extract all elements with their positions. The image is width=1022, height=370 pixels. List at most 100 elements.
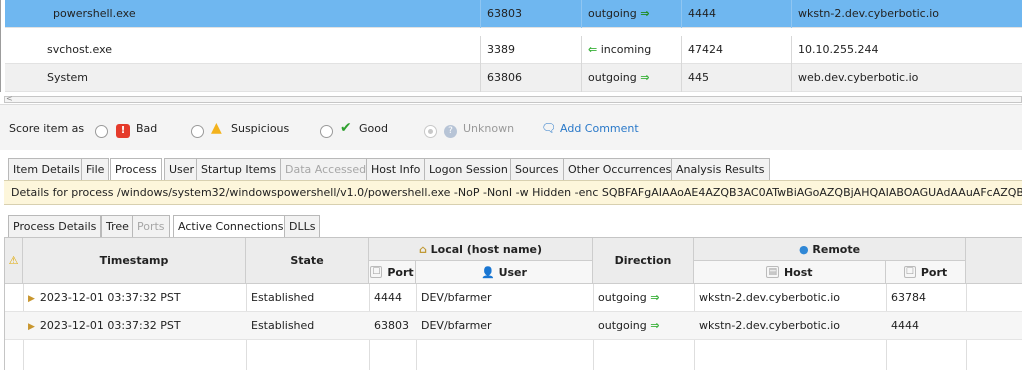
tab-startup-items[interactable]: Startup Items — [196, 158, 282, 180]
arrow-right-icon: ⇒ — [650, 291, 660, 304]
table-row[interactable]: System 63806 outgoing ⇒ 445 web.dev.cybe… — [5, 64, 1022, 92]
direction-cell: outgoing ⇒ — [593, 284, 659, 311]
process-name: svchost.exe — [5, 36, 481, 64]
table-row[interactable]: ▶ 2023-12-01 03:37:32 PST Established 638… — [5, 312, 1022, 340]
pid: 63803 — [481, 0, 582, 28]
remote-host-header[interactable]: ▤ Host — [694, 261, 886, 284]
user-header[interactable]: 👤 User — [416, 261, 593, 284]
tab-user[interactable]: User — [164, 158, 200, 180]
process-details-banner: Details for process /windows/system32/wi… — [4, 180, 1022, 205]
tab-ports[interactable]: Ports — [132, 215, 170, 237]
remote-host-label: Host — [783, 265, 813, 279]
warning-column-header[interactable]: ⚠ — [5, 238, 23, 284]
table-row[interactable]: svchost.exe 3389 ⇐ incoming 47424 10.10.… — [5, 36, 1022, 64]
tab-process[interactable]: Process — [110, 158, 162, 180]
direction: outgoing ⇒ — [582, 0, 682, 28]
process-name: powershell.exe — [5, 0, 481, 28]
user-icon: 👤 — [481, 265, 495, 279]
local-header[interactable]: ⌂ Local (host name) — [369, 238, 593, 261]
tab-sources[interactable]: Sources — [510, 158, 564, 180]
score-bar: Score item as ! Bad ▲ Suspicious ✔ Good … — [0, 104, 1022, 150]
remote-header-label: Remote — [812, 242, 861, 256]
state-header[interactable]: State — [246, 238, 369, 284]
bad-icon: ! — [116, 124, 130, 138]
remote-host-cell: wkstn-2.dev.cyberbotic.io — [699, 291, 840, 304]
active-connections-table: ⚠ Timestamp State ⌂ Local (host name) ☐ P… — [4, 237, 1022, 370]
direction-label: incoming — [600, 43, 652, 56]
comment-icon[interactable]: 🗨 — [541, 121, 556, 135]
table-row[interactable]: ▶ 2023-12-01 03:37:32 PST Established 444… — [5, 284, 1022, 312]
port-icon: ☐ — [903, 266, 916, 278]
good-radio[interactable] — [320, 125, 333, 138]
tab-data-accessed[interactable]: Data Accessed — [280, 158, 372, 180]
tab-logon-session[interactable]: Logon Session — [424, 158, 513, 180]
connection-icon: ▶ — [28, 294, 35, 304]
port-icon: ☐ — [370, 266, 383, 278]
arrow-left-icon: ⇐ — [588, 43, 598, 56]
tab-dlls[interactable]: DLLs — [284, 215, 321, 237]
globe-icon: ● — [798, 242, 809, 256]
filler-header — [966, 238, 1022, 284]
user-label: User — [498, 265, 527, 279]
suspicious-label[interactable]: Suspicious — [231, 122, 289, 135]
direction: outgoing ⇒ — [582, 64, 682, 92]
process-name: System — [5, 64, 481, 92]
timestamp-value: 2023-12-01 03:37:32 PST — [39, 319, 181, 332]
remote-header[interactable]: ● Remote — [694, 238, 966, 261]
state-cell: Established — [251, 319, 315, 332]
add-comment-link[interactable]: Add Comment — [560, 122, 639, 135]
direction-cell: outgoing ⇒ — [593, 312, 659, 339]
direction-header[interactable]: Direction — [593, 238, 694, 284]
unknown-label[interactable]: Unknown — [463, 122, 514, 135]
suspicious-radio[interactable] — [191, 125, 204, 138]
tab-host-info[interactable]: Host Info — [366, 158, 426, 180]
unknown-radio[interactable] — [424, 125, 437, 138]
host: web.dev.cyberbotic.io — [798, 71, 919, 84]
remote-port-label: Port — [920, 265, 948, 279]
remote-host-cell: wkstn-2.dev.cyberbotic.io — [699, 319, 840, 332]
tab-other-occurrences[interactable]: Other Occurrences — [563, 158, 677, 180]
bad-radio[interactable] — [95, 125, 108, 138]
score-label: Score item as — [9, 122, 85, 135]
item-tabs: Item Details File Process User Startup I… — [4, 158, 1022, 180]
check-icon: ✔ — [340, 120, 352, 136]
pid: 63806 — [481, 64, 582, 92]
connection-icon: ▶ — [28, 322, 35, 332]
user-cell: DEV/bfarmer — [421, 319, 492, 332]
direction: ⇐ incoming — [582, 36, 682, 64]
tab-analysis-results[interactable]: Analysis Results — [671, 158, 770, 180]
warning-icon: ⚠ — [8, 254, 19, 267]
tab-item-details[interactable]: Item Details — [8, 158, 85, 180]
remote-port-cell: 4444 — [891, 319, 919, 332]
home-icon: ⌂ — [418, 242, 427, 256]
tab-process-details[interactable]: Process Details — [8, 215, 102, 237]
local-port-cell: 4444 — [374, 291, 402, 304]
horizontal-scrollbar[interactable]: < — [4, 94, 1022, 103]
process-subtabs: Process Details Tree Ports Active Connec… — [4, 215, 1022, 237]
user-cell: DEV/bfarmer — [421, 291, 492, 304]
good-label[interactable]: Good — [359, 122, 388, 135]
timestamp-header[interactable]: Timestamp — [23, 238, 246, 284]
remote-port-header[interactable]: ☐ Port — [886, 261, 966, 284]
scroll-left-icon[interactable]: < — [6, 94, 13, 103]
local-header-label: Local (host name) — [430, 242, 543, 256]
port: 4444 — [682, 0, 792, 28]
tab-file[interactable]: File — [81, 158, 110, 180]
direction-value: outgoing — [598, 319, 647, 332]
timestamp-value: 2023-12-01 03:37:32 PST — [39, 291, 181, 304]
bad-label[interactable]: Bad — [136, 122, 157, 135]
direction-label: outgoing — [588, 71, 637, 84]
connections-table: powershell.exe 63803 outgoing ⇒ 4444 wks… — [0, 0, 1022, 92]
local-port-header[interactable]: ☐ Port — [369, 261, 416, 284]
tab-tree[interactable]: Tree — [101, 215, 134, 237]
pid: 3389 — [481, 36, 582, 64]
question-icon: ? — [444, 125, 457, 138]
arrow-right-icon: ⇒ — [650, 319, 660, 332]
tab-active-connections[interactable]: Active Connections — [173, 215, 289, 237]
local-port-cell: 63803 — [374, 319, 409, 332]
state-cell: Established — [251, 291, 315, 304]
arrow-right-icon: ⇒ — [640, 71, 650, 84]
host: wkstn-2.dev.cyberbotic.io — [798, 7, 939, 20]
port: 445 — [682, 64, 792, 92]
table-row[interactable]: powershell.exe 63803 outgoing ⇒ 4444 wks… — [5, 0, 1022, 28]
